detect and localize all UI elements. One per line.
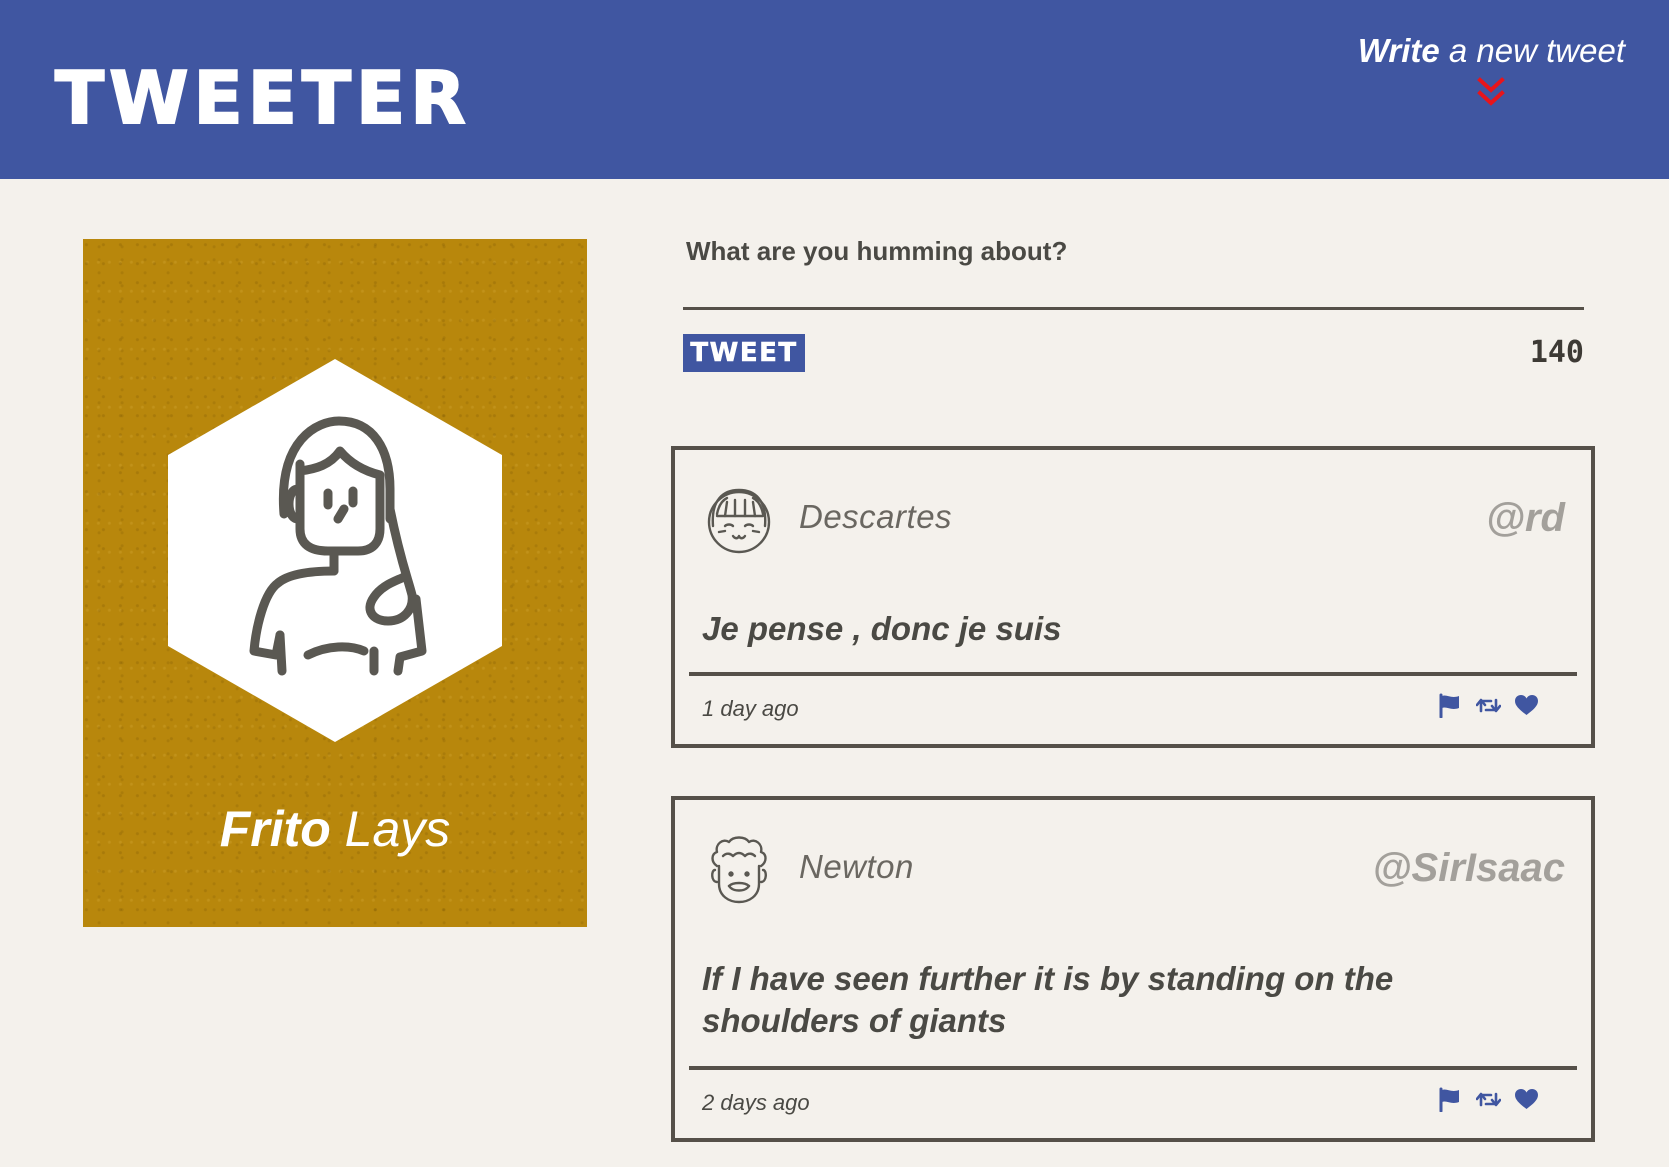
- profile-display-name: Frito Lays: [83, 799, 587, 859]
- top-navigation-bar: TWEETER Write a new tweet: [0, 0, 1669, 179]
- character-counter: 140: [1529, 335, 1584, 370]
- tweet-timestamp: 1 day ago: [702, 696, 799, 721]
- write-word: Write: [1357, 32, 1440, 69]
- write-new-tweet-label: Write a new tweet: [1358, 30, 1625, 72]
- user-profile-card: Frito Lays: [83, 239, 587, 927]
- tweet-author-name: Newton: [799, 848, 914, 885]
- tweet-divider: [689, 1066, 1577, 1070]
- tweet-card: Newton @SirIsaac If I have seen further …: [671, 796, 1595, 1142]
- app-logo: TWEETER: [54, 56, 471, 140]
- tweet-timestamp: 2 days ago: [702, 1090, 810, 1115]
- tweet-actions: [1438, 1087, 1539, 1112]
- tweet-author-name: Descartes: [799, 498, 953, 535]
- girl-avatar-icon: [707, 488, 771, 554]
- double-chevron-down-icon[interactable]: [1476, 76, 1506, 108]
- heart-icon[interactable]: [1514, 1087, 1539, 1112]
- heart-icon[interactable]: [1514, 693, 1539, 718]
- write-new-tweet-toggle[interactable]: Write a new tweet: [1358, 30, 1625, 108]
- retweet-icon[interactable]: [1476, 1087, 1501, 1112]
- flag-icon[interactable]: [1438, 693, 1463, 718]
- tweet-card: Descartes @rd Je pense , donc je suis 1 …: [671, 446, 1595, 748]
- tweet-text-input[interactable]: [683, 236, 1584, 310]
- curly-hair-avatar-icon: [711, 836, 767, 904]
- profile-last-name: Lays: [330, 801, 451, 857]
- tweet-divider: [689, 672, 1577, 676]
- woman-avatar-icon: [168, 359, 502, 742]
- flag-icon[interactable]: [1438, 1087, 1463, 1112]
- tweet-content: Je pense , donc je suis: [702, 610, 1062, 647]
- new-tweet-form: TWEET 140: [683, 236, 1584, 372]
- profile-avatar: [168, 359, 502, 742]
- tweet-author-handle: @rd: [1485, 496, 1565, 540]
- tweet-actions: [1438, 693, 1539, 718]
- tweet-content: If I have seen further it is by standing…: [702, 960, 1394, 1039]
- new-tweet-words: a new tweet: [1439, 32, 1625, 69]
- retweet-icon[interactable]: [1476, 693, 1501, 718]
- profile-first-name: Frito: [219, 801, 331, 857]
- tweet-author-handle: @SirIsaac: [1372, 846, 1565, 890]
- tweet-submit-button[interactable]: TWEET: [683, 334, 805, 372]
